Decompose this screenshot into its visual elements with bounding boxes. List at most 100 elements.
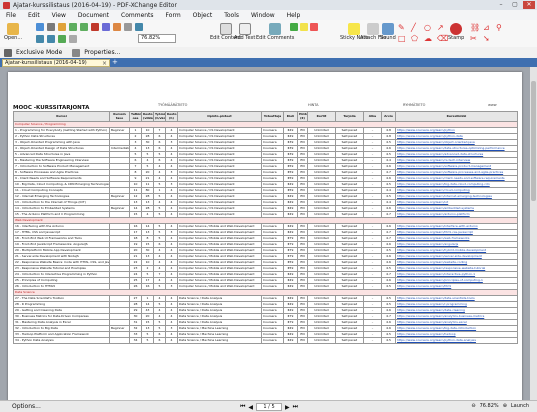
stamp-button[interactable]: Stamp [448, 23, 464, 41]
table-row: 34 - Python Data Analysis 34 5 6 4 Data Scien… [13, 337, 518, 344]
hand-icon[interactable] [113, 23, 121, 31]
menu-help[interactable]: Help [287, 12, 301, 19]
eraser-icon[interactable]: ⌫ [437, 34, 448, 43]
polygon-icon[interactable]: ⬠ [411, 34, 422, 43]
zoom-in-status-icon[interactable]: ⊕ [503, 403, 507, 409]
launch-button[interactable]: Launch [511, 403, 529, 409]
first-page-icon[interactable]: ⏮ [240, 403, 245, 411]
print-icon[interactable] [47, 23, 55, 31]
sticky-note-icon [348, 23, 361, 35]
menu-tools[interactable]: Tools [224, 12, 239, 19]
menu-document[interactable]: Document [78, 12, 109, 19]
text-box-icon[interactable] [310, 23, 318, 31]
column-header: Hinta (€) [297, 111, 308, 122]
sound-label: Sound [380, 35, 396, 41]
prev-page-icon[interactable]: ◀ [248, 404, 253, 411]
forward-icon[interactable] [47, 35, 55, 43]
typewriter-icon[interactable] [290, 23, 298, 31]
course-table: KurssiKurssin tasoTutkinnon-osaKesto (vi… [13, 111, 518, 344]
back-icon[interactable] [36, 35, 44, 43]
zoom-in-icon[interactable] [135, 23, 143, 31]
folder-open-icon [7, 23, 20, 35]
window-title: Ajatar-kurssilistaus (2016-04-19) - PDF-… [13, 1, 177, 9]
highlight-icon[interactable] [300, 23, 308, 31]
measure-icon[interactable]: ⊿ [483, 23, 494, 32]
menu-comments[interactable]: Comments [121, 12, 154, 19]
close-tab-icon[interactable]: × [102, 60, 107, 67]
line-icon[interactable]: ╱ [411, 23, 422, 32]
app-icon [3, 1, 10, 9]
vertical-scrollbar[interactable] [530, 67, 537, 400]
menu-bar: File Edit View Document Comments Form Object To… [0, 10, 537, 20]
menu-form[interactable]: Form [166, 12, 181, 19]
table-cell: 5 [141, 337, 154, 344]
link-icon[interactable]: ⛓ [470, 23, 481, 32]
menu-view[interactable]: View [52, 12, 66, 19]
course-link[interactable]: https://www.coursera.org/learn/python-da… [395, 337, 518, 344]
select-icon[interactable] [124, 23, 132, 31]
quick-tools-2 [36, 35, 77, 43]
cloud-icon[interactable]: ☁ [424, 34, 435, 43]
document-tab-label: Ajatar-kurssilistaus (2016-04-19) [5, 60, 87, 66]
arrow-tool-icon[interactable]: ➘ [483, 34, 494, 43]
group-header-workload: TYÖMÄÄRÄTIETO [158, 103, 188, 107]
table-cell: – [363, 337, 382, 344]
callout-icon[interactable]: ✂ [470, 34, 481, 43]
scrollbar-thumb[interactable] [531, 81, 536, 201]
scan-icon[interactable] [102, 23, 110, 31]
edit-comments-button[interactable]: Edit Comments [256, 23, 294, 41]
stamp-label: Stamp [448, 35, 465, 41]
menu-edit[interactable]: Edit [28, 12, 40, 19]
text-icon [238, 23, 251, 35]
fit-page-icon[interactable] [69, 35, 77, 43]
mail-icon[interactable] [58, 23, 66, 31]
rotate-icon[interactable] [58, 35, 66, 43]
close-button[interactable]: ✕ [523, 1, 535, 9]
pdf-icon[interactable] [91, 23, 99, 31]
table-cell [109, 337, 130, 344]
undo-icon[interactable] [69, 23, 77, 31]
new-tab-icon[interactable]: + [112, 58, 118, 66]
minimize-button[interactable]: – [495, 1, 507, 9]
edit-comments-label: Edit Comments [256, 35, 295, 41]
menu-window[interactable]: Window [251, 12, 275, 19]
open-button[interactable]: Open... [4, 23, 22, 41]
arrow-icon[interactable]: ↗ [437, 23, 448, 32]
table-cell: Unlimited [307, 337, 336, 344]
status-zoom-value[interactable]: 76.82% [480, 403, 499, 409]
last-page-icon[interactable]: ⏭ [293, 403, 298, 411]
menu-file[interactable]: File [6, 12, 16, 19]
status-bar: Options... ⏮ ◀ 1 / 5 ▶ ⏭ ⊖ 76.82% ⊕ Laun… [0, 400, 537, 412]
group-header-price: HINTA [308, 103, 319, 107]
pdf-page: TYÖMÄÄRÄTIETO HINTA RYHMÄTIETO www MOOC … [8, 72, 522, 402]
table-header-row: KurssiKurssin tasoTutkinnon-osaKesto (vi… [13, 111, 518, 122]
zoom-out-icon[interactable]: ⊖ [471, 403, 475, 409]
properties-button[interactable]: Properties... [84, 49, 120, 56]
column-header: Kurssilinkki [395, 111, 518, 122]
sound-button[interactable]: Sound [380, 23, 396, 41]
save-icon[interactable] [36, 23, 44, 31]
circle-icon[interactable]: ○ [424, 23, 435, 32]
zoom-input[interactable]: 76.82% [138, 34, 176, 43]
next-page-icon[interactable]: ▶ [285, 404, 290, 411]
rectangle-icon[interactable]: □ [398, 34, 409, 43]
menu-object[interactable]: Object [193, 12, 213, 19]
properties-icon [72, 48, 81, 57]
shape-tools: ✎ ╱ ○ ↗ □ ⬠ ☁ ⌫ [398, 23, 448, 43]
table-cell: 34 [129, 337, 142, 344]
options-button[interactable]: Options... [0, 403, 41, 410]
column-header: Kortit [307, 111, 336, 122]
exclusive-mode-button[interactable]: Exclusive Mode [16, 49, 62, 56]
document-tab[interactable]: Ajatar-kurssilistaus (2016-04-19) × [2, 59, 110, 67]
column-header: Tutkinnon-osa [129, 111, 142, 122]
pin-icon[interactable]: ⚲ [496, 23, 507, 32]
table-cell: Coursera [261, 337, 284, 344]
page-number-field[interactable]: 1 / 5 [256, 403, 283, 411]
group-header-group: RYHMÄTIETO [403, 103, 426, 107]
add-text-button[interactable]: Add Text [234, 23, 255, 41]
redo-icon[interactable] [80, 23, 88, 31]
pencil-icon[interactable]: ✎ [398, 23, 409, 32]
column-header: Tarjolla [335, 111, 364, 122]
edit-content-icon [219, 23, 232, 35]
maximize-button[interactable]: ▢ [509, 1, 521, 9]
